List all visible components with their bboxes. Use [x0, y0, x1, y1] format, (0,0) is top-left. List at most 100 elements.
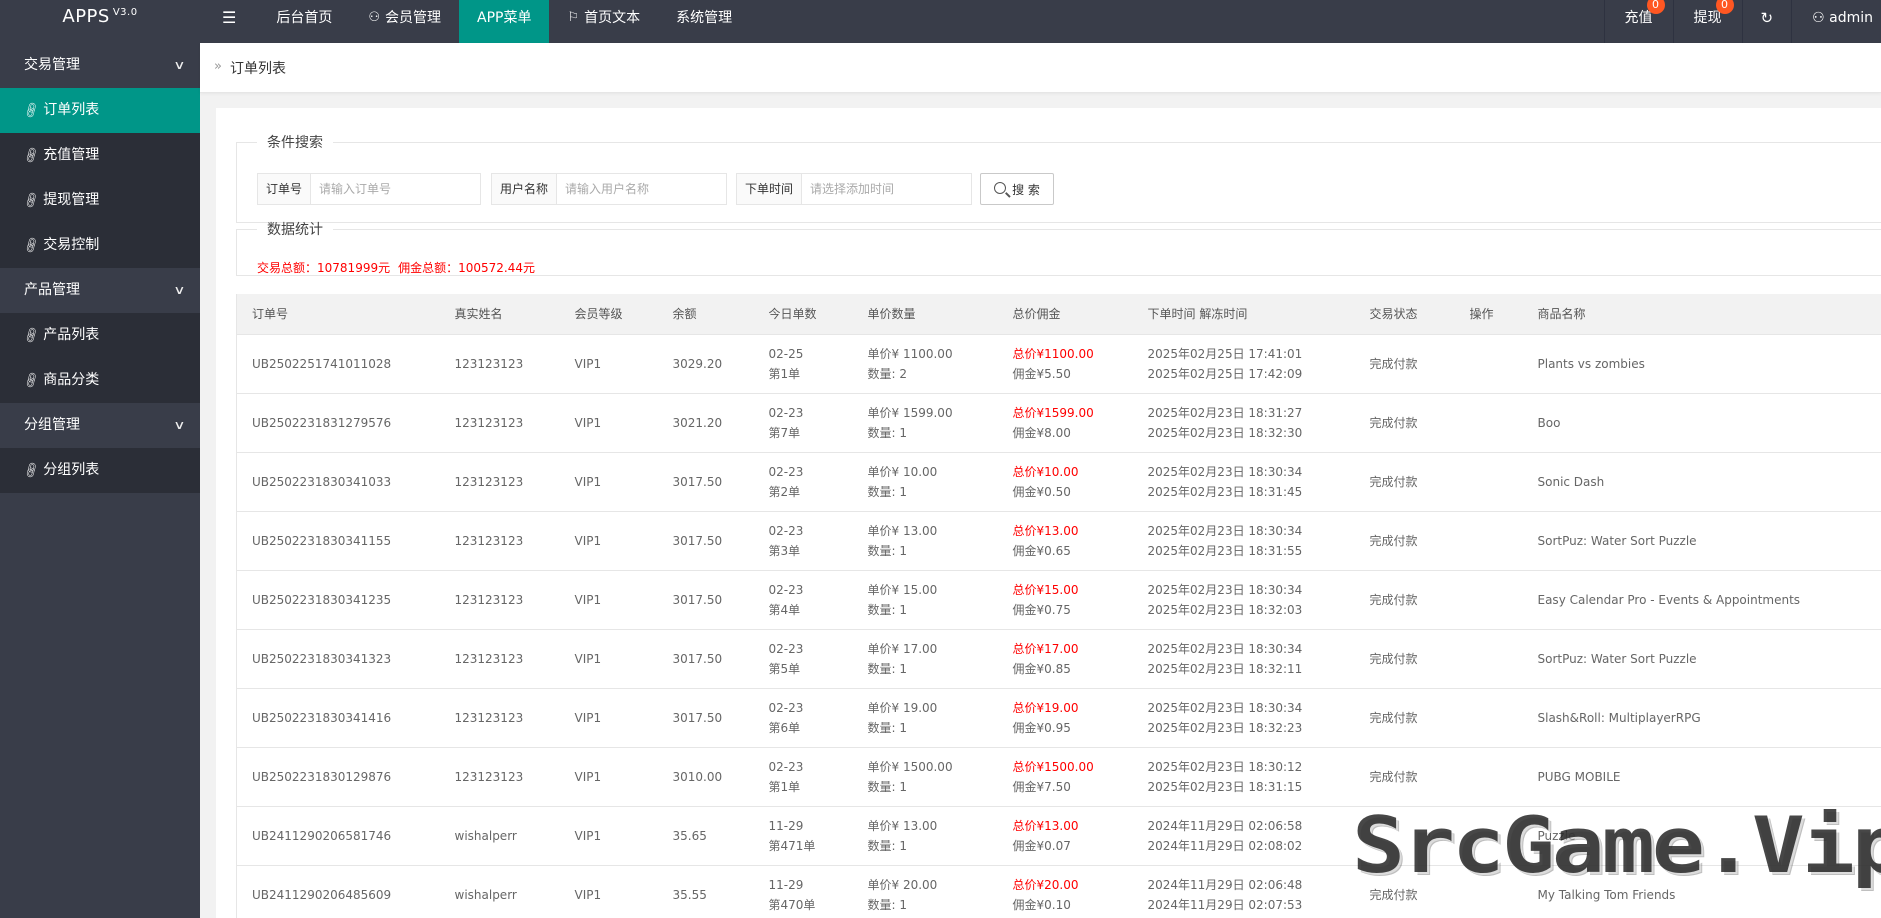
order-date: 02-23	[768, 641, 804, 656]
member-level: VIP1	[574, 769, 602, 784]
user-menu[interactable]: ⚇ admin	[1791, 0, 1881, 43]
order-time-field: 下单时间	[736, 173, 973, 205]
username-input[interactable]	[557, 174, 727, 204]
username-label: admin	[1829, 10, 1873, 26]
table-cell: 2025年02月23日 18:30:34 2025年02月23日 18:32:11	[1132, 629, 1355, 689]
table-row: UB2502231830341235 123123123 VIP1 3017.50 02…	[236, 570, 1881, 630]
order-time-input[interactable]	[802, 174, 972, 204]
unit-price: 单价¥ 1100.00	[867, 346, 953, 361]
sidebar-item-product-list[interactable]: 🔗︎ 产品列表	[0, 313, 200, 358]
nav-app-menu[interactable]: APP菜单	[459, 0, 550, 43]
table-cell: UB2502231830341155	[236, 511, 440, 571]
unit-price: 单价¥ 19.00	[867, 700, 938, 715]
sidebar-group-trade[interactable]: 交易管理 ∨	[0, 43, 200, 88]
sidebar-item-orders[interactable]: 🔗︎ 订单列表	[0, 88, 200, 133]
commission: 佣金¥0.07	[1012, 838, 1071, 853]
sidebar-group-groups[interactable]: 分组管理 ∨	[0, 403, 200, 448]
product-name: SortPuz: Water Sort Puzzle	[1537, 533, 1697, 548]
nav-members[interactable]: ⚇ 会员管理	[350, 0, 459, 43]
commission: 佣金¥0.85	[1012, 661, 1071, 676]
order-date: 11-29	[768, 877, 804, 892]
column-header: 交易状态	[1354, 294, 1455, 335]
actions-cell	[1454, 629, 1523, 689]
nav-system[interactable]: 系统管理	[658, 0, 750, 43]
table-cell: 02-23 第1单	[753, 747, 853, 807]
trade-status: 完成付款	[1369, 533, 1418, 548]
table-cell: 2025年02月23日 18:30:34 2025年02月23日 18:32:23	[1132, 688, 1355, 748]
trade-status: 完成付款	[1369, 710, 1418, 725]
column-header: 真实姓名	[439, 294, 560, 335]
table-cell: UB2502231830341416	[236, 688, 440, 748]
sidebar-item-withdraw[interactable]: 🔗︎ 提现管理	[0, 178, 200, 223]
column-header: 订单号	[236, 294, 440, 335]
order-number: UB2502231831279576	[252, 415, 392, 430]
recharge-button[interactable]: 充值 0	[1603, 0, 1673, 43]
table-cell: 单价¥ 1500.00 数量: 1	[852, 747, 998, 807]
table-cell: VIP1	[559, 452, 658, 512]
actions-cell	[1454, 334, 1523, 394]
table-cell: 单价¥ 15.00 数量: 1	[852, 570, 998, 630]
order-number: UB2502231830341323	[252, 651, 392, 666]
member-level: VIP1	[574, 356, 602, 371]
nav-members-label: 会员管理	[385, 10, 441, 26]
table-cell: 单价¥ 1100.00 数量: 2	[852, 334, 998, 394]
order-time: 2025年02月23日 18:30:34	[1147, 700, 1303, 715]
sidebar-item-recharge[interactable]: 🔗︎ 充值管理	[0, 133, 200, 178]
sidebar: 交易管理 ∨ 🔗︎ 订单列表 🔗︎ 充值管理 🔗︎ 提现管理 🔗︎ 交易控制 产品管理 ∨ …	[0, 43, 200, 918]
sidebar-item-trade-control[interactable]: 🔗︎ 交易控制	[0, 223, 200, 268]
sidebar-group-label: 交易管理	[24, 57, 80, 73]
sidebar-group-products[interactable]: 产品管理 ∨	[0, 268, 200, 313]
sidebar-item-label: 商品分类	[43, 372, 100, 388]
nav-home-text[interactable]: ⚐ 首页文本	[549, 0, 658, 43]
order-no-field: 订单号	[257, 173, 482, 205]
table-cell: VIP1	[559, 688, 658, 748]
member-level: VIP1	[574, 887, 602, 902]
trade-status: 完成付款	[1369, 651, 1418, 666]
order-no-label: 订单号	[258, 174, 312, 204]
withdraw-button[interactable]: 提现 0	[1672, 0, 1742, 43]
chevron-down-icon: ∨	[173, 58, 186, 72]
column-header: 操作	[1454, 294, 1523, 335]
total-price: 总价¥19.00	[1012, 700, 1079, 715]
table-cell: 完成付款	[1354, 629, 1455, 689]
refresh-button[interactable]: ↻	[1741, 0, 1792, 43]
trade-status: 完成付款	[1369, 356, 1418, 371]
header-actions: 充值 0 提现 0 ↻ ⚇ admin	[1603, 0, 1881, 43]
table-cell: 2025年02月23日 18:30:34 2025年02月23日 18:32:03	[1132, 570, 1355, 630]
table-cell: 02-23 第4单	[753, 570, 853, 630]
order-date: 02-23	[768, 405, 804, 420]
hamburger-icon: ☰	[222, 8, 237, 27]
table-cell: Easy Calendar Pro - Events & Appointment…	[1522, 570, 1881, 630]
table-cell: 3021.20	[657, 393, 754, 453]
order-time: 2024年11月29日 02:06:58	[1147, 818, 1303, 833]
total-price: 总价¥10.00	[1012, 464, 1079, 479]
order-no-input[interactable]	[311, 174, 481, 204]
nav-system-label: 系统管理	[676, 10, 733, 26]
unfreeze-time: 2025年02月25日 17:42:09	[1147, 366, 1303, 381]
table-cell: 35.55	[657, 865, 754, 918]
table-cell: 单价¥ 10.00 数量: 1	[852, 452, 998, 512]
unfreeze-time: 2025年02月23日 18:32:30	[1147, 425, 1303, 440]
menu-toggle-button[interactable]: ☰	[200, 0, 258, 43]
search-legend: 条件搜索	[267, 135, 323, 151]
stats-line: 交易总额：10781999元 佣金总额：100572.44元	[257, 259, 535, 276]
main-panel: 条件搜索 订单号 用户名称 下单时间 搜 索 数据统计 交易总额：1078199…	[216, 108, 1881, 918]
unit-price: 单价¥ 1500.00	[867, 759, 953, 774]
order-count: 第6单	[768, 720, 801, 735]
sidebar-item-group-list[interactable]: 🔗︎ 分组列表	[0, 448, 200, 493]
nav-dashboard[interactable]: 后台首页	[258, 0, 350, 43]
search-button[interactable]: 搜 索	[980, 173, 1054, 205]
sidebar-item-categories[interactable]: 🔗︎ 商品分类	[0, 358, 200, 403]
table-cell: Plants vs zombies	[1522, 334, 1881, 394]
total-commission-label: 佣金总额：	[398, 261, 459, 275]
member-level: VIP1	[574, 415, 602, 430]
table-cell: VIP1	[559, 747, 658, 807]
balance: 3010.00	[672, 769, 723, 784]
actions-cell	[1454, 688, 1523, 748]
order-time: 2024年11月29日 02:06:48	[1147, 877, 1303, 892]
product-name: PUBG MOBILE	[1537, 769, 1621, 784]
table-cell: VIP1	[559, 570, 658, 630]
table-row: UB2502231830341323 123123123 VIP1 3017.50 02…	[236, 629, 1881, 689]
member-level: VIP1	[574, 651, 602, 666]
real-name: 123123123	[454, 415, 524, 430]
